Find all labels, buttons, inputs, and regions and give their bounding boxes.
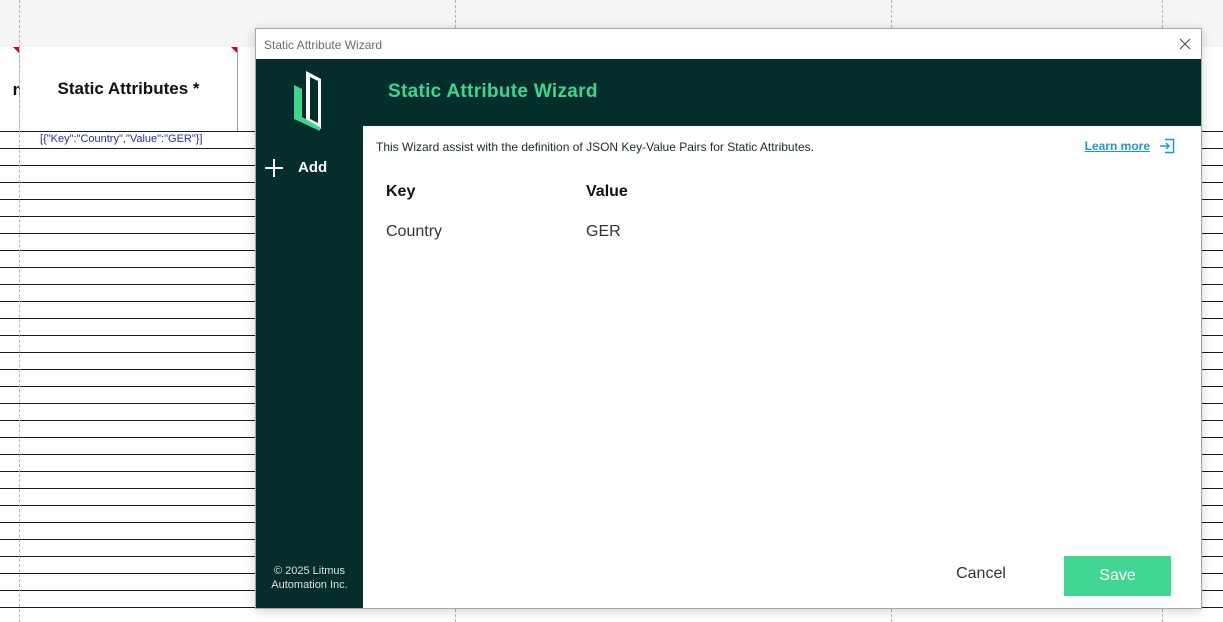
column-divider xyxy=(19,0,20,622)
add-button-label: Add xyxy=(298,159,328,176)
comment-indicator[interactable] xyxy=(231,47,237,53)
column-header-static-attributes[interactable]: Static Attributes * xyxy=(20,47,238,131)
learn-more-link[interactable]: Learn more xyxy=(1085,138,1175,154)
external-link-icon xyxy=(1160,138,1175,154)
copyright-text: © 2025 Litmus Automation Inc. xyxy=(256,564,363,592)
learn-more-label: Learn more xyxy=(1084,139,1150,153)
value-column-header: Value xyxy=(586,183,628,200)
wizard-sidebar: Add © 2025 Litmus Automation Inc. xyxy=(256,59,363,608)
save-button-label: Save xyxy=(1099,567,1136,584)
dialog-titlebar[interactable]: Static Attribute Wizard xyxy=(256,29,1201,59)
plus-icon xyxy=(265,159,283,177)
static-attributes-cell[interactable]: [{"Key":"Country","Value":"GER"}] xyxy=(38,133,205,145)
copyright-line: © 2025 Litmus xyxy=(273,565,346,577)
save-button[interactable]: Save xyxy=(1064,556,1171,596)
column-header-partial[interactable]: n xyxy=(0,47,23,131)
wizard-content: This Wizard assist with the definition o… xyxy=(363,126,1201,608)
key-cell[interactable]: Country xyxy=(386,223,442,241)
litmus-logo-icon xyxy=(294,71,321,131)
cancel-button-label: Cancel xyxy=(956,565,1006,582)
window-title: Static Attribute Wizard xyxy=(264,38,383,52)
copyright-line: Automation Inc. xyxy=(271,579,348,591)
static-attribute-wizard-dialog: Static Attribute Wizard Add © 2025 Litmu… xyxy=(255,28,1202,609)
wizard-title: Static Attribute Wizard xyxy=(388,81,598,102)
cancel-button[interactable]: Cancel xyxy=(929,554,1033,594)
add-button[interactable]: Add xyxy=(256,151,363,185)
intro-text: This Wizard assist with the definition o… xyxy=(376,140,814,154)
value-cell[interactable]: GER xyxy=(586,223,621,241)
wizard-header: Static Attribute Wizard xyxy=(363,59,1201,126)
key-column-header: Key xyxy=(386,183,416,200)
column-header-label: Static Attributes * xyxy=(57,79,200,98)
close-button[interactable] xyxy=(1175,34,1195,54)
close-icon xyxy=(1179,38,1191,50)
